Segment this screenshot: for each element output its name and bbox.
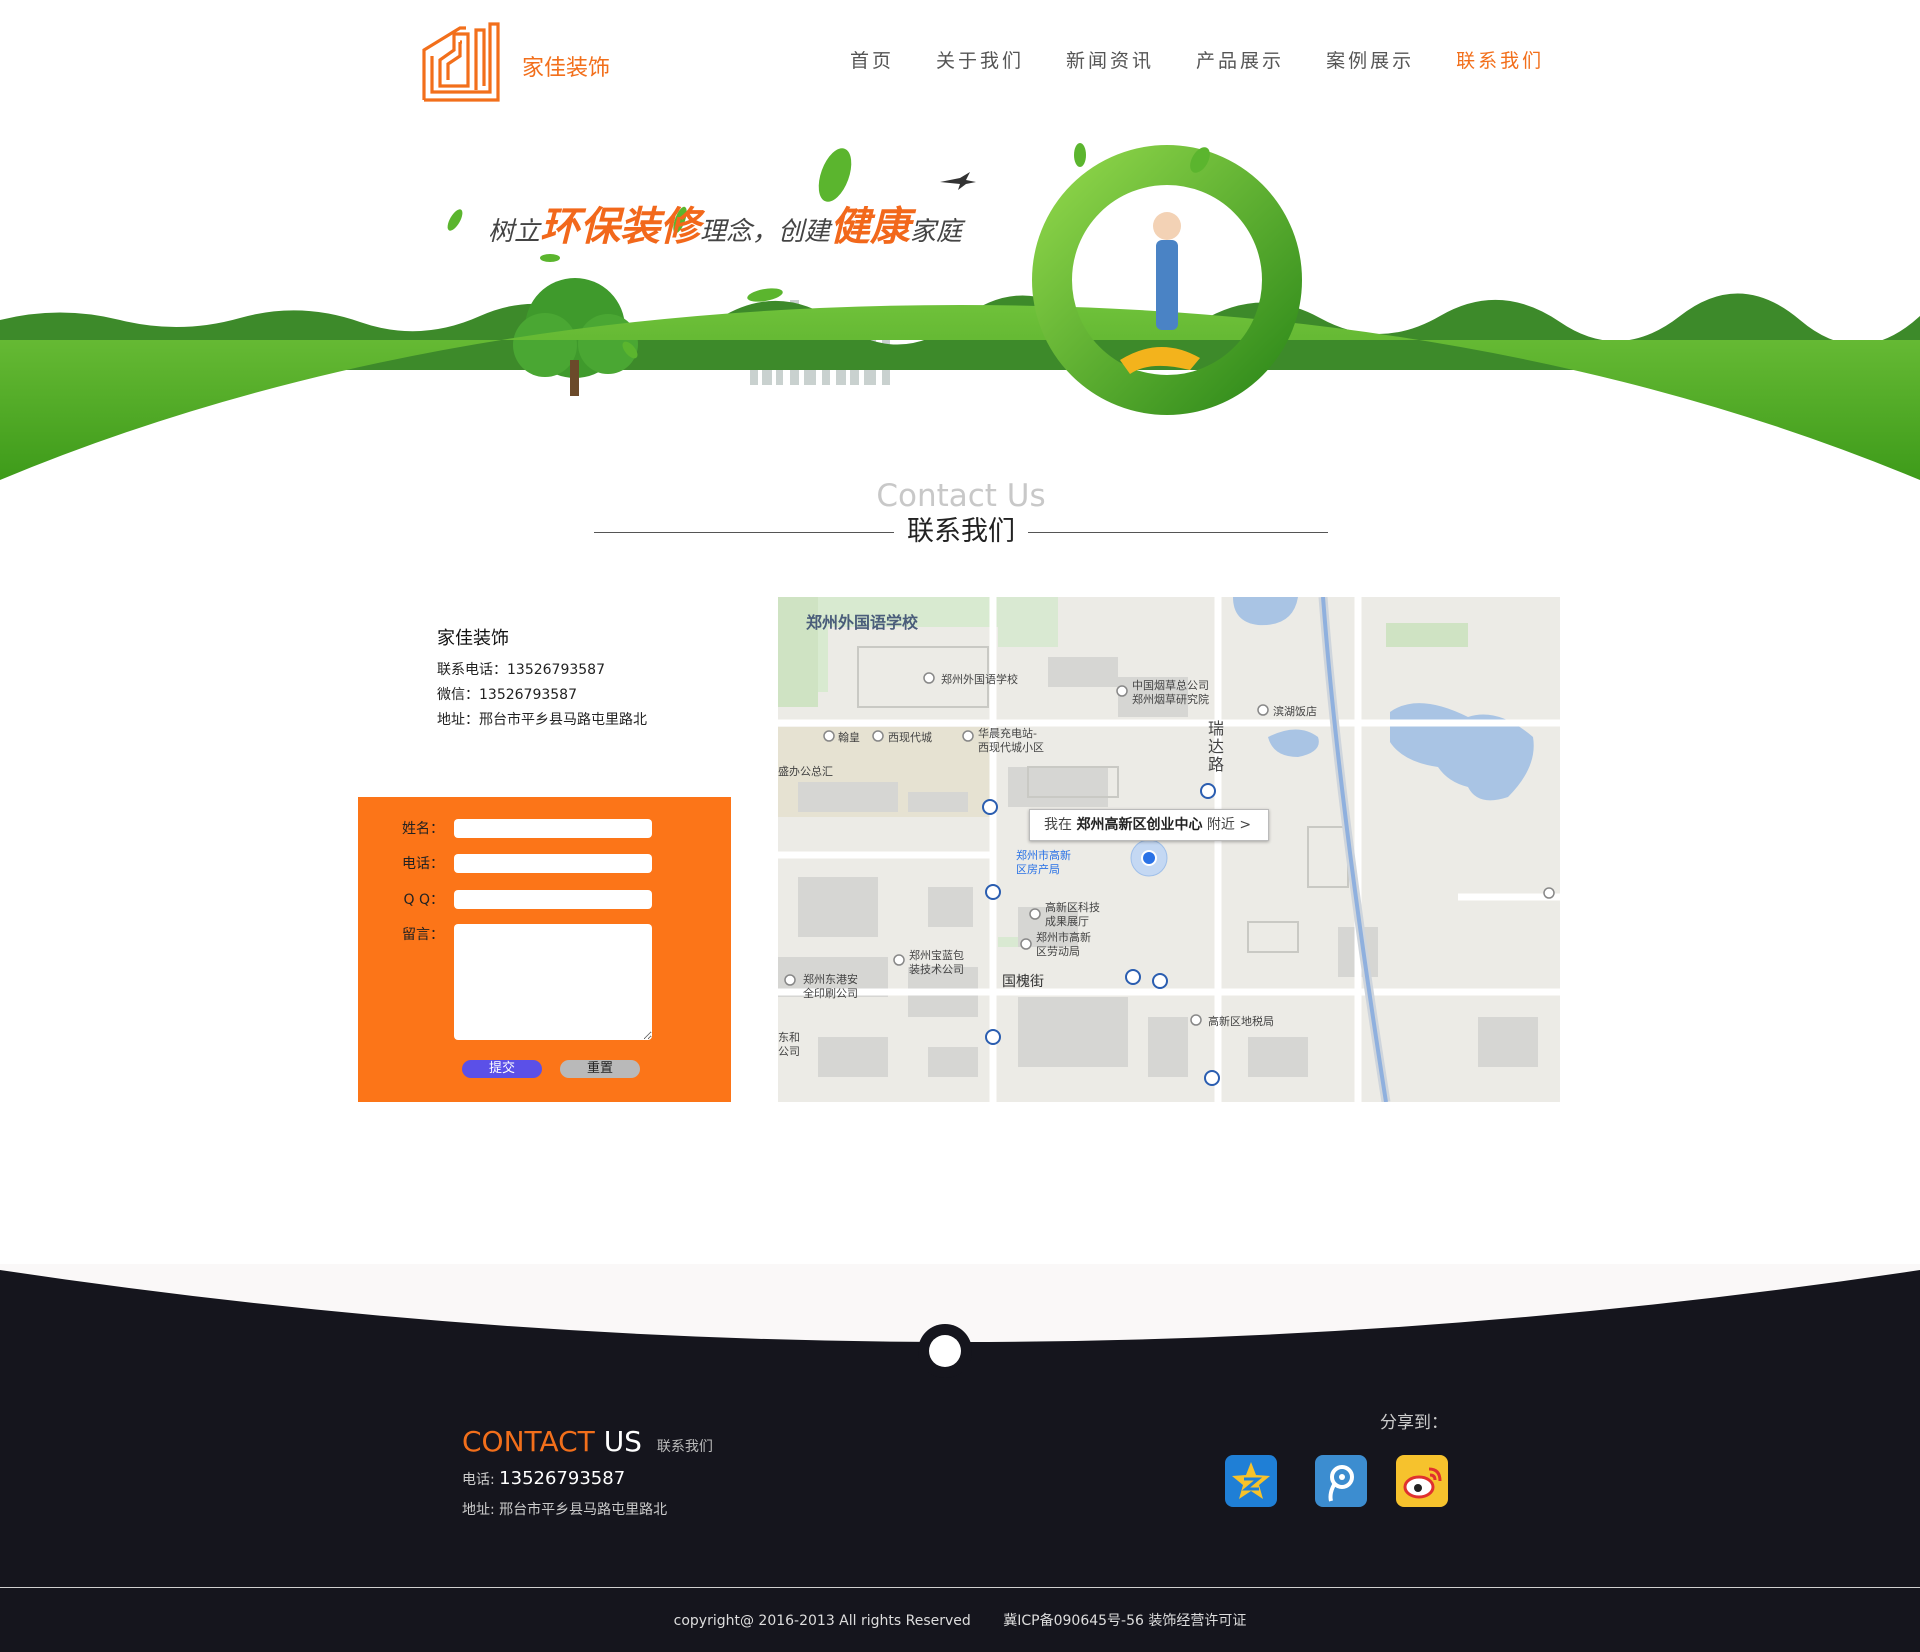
copyright-bar: copyright@ 2016-2013 All rights Reserved… [0, 1610, 1920, 1630]
company-info: 家佳装饰 联系电话：13526793587 微信：13526793587 地址：… [437, 624, 647, 733]
nav-item-about[interactable]: 关于我们 [936, 46, 1024, 73]
company-address: 地址：邢台市平乡县马路屯里路北 [437, 712, 647, 728]
section-title-en: Contact Us [876, 478, 1046, 514]
name-label: 姓名： [402, 821, 444, 837]
nav-item-news[interactable]: 新闻资讯 [1066, 46, 1154, 73]
name-input[interactable] [454, 818, 652, 838]
qq-input[interactable] [454, 889, 652, 909]
footer-title-orange: CONTACT [462, 1425, 595, 1458]
footer-address: 地址: 邢台市平乡县马路屯里路北 [462, 1502, 668, 1518]
map-label: 高新区地税局 [1208, 1015, 1274, 1028]
company-wechat: 微信：13526793587 [437, 687, 577, 703]
map-label: 公司 [778, 1045, 800, 1058]
footer-contact: CONTACT US 联系我们 电话: 13526793587 地址: 邢台市平… [462, 1425, 713, 1519]
slogan-highlight: 健康 [830, 204, 911, 250]
bubble-suffix: 附近 > [1206, 817, 1252, 833]
main-nav: 首页 关于我们 新闻资讯 产品展示 案例展示 联系我们 [850, 46, 1544, 73]
map-label: 滨湖饭店 [1273, 705, 1317, 718]
slogan-part: 树立 [488, 217, 541, 247]
map-label: 翰皇 [838, 731, 860, 744]
slogan-part: 创建 [778, 217, 831, 247]
site-logo[interactable]: 家佳装饰 [420, 20, 610, 102]
logo-text: 家佳装饰 [522, 56, 611, 81]
footer-phone: 电话: 13526793587 [462, 1468, 713, 1489]
map-label-street: 国槐街 [1002, 974, 1044, 990]
footer-phone-value: 13526793587 [499, 1468, 626, 1489]
icp-license-text[interactable]: 冀ICP备090645号-56 装饰经营许可证 [1003, 1613, 1246, 1629]
map-label-school-title: 郑州外国语学校 [806, 613, 919, 632]
slogan-part: 家庭 [910, 217, 963, 247]
company-phone: 联系电话：13526793587 [437, 662, 605, 678]
section-title-cn: 联系我们 [907, 516, 1015, 547]
map-label: 西现代城 [888, 731, 932, 744]
map-label: 区房产局 [1016, 863, 1060, 876]
tencent-weibo-icon[interactable] [1315, 1455, 1367, 1507]
message-textarea[interactable] [454, 924, 652, 1040]
map-label: 装技术公司 [909, 963, 964, 976]
map-location-bubble[interactable]: 我在 郑州高新区创业中心 附近 > [1029, 809, 1269, 841]
map-label: 全印刷公司 [803, 987, 858, 1000]
banner-slogan: 树立环保装修理念，创建健康家庭 [488, 194, 962, 252]
bubble-prefix: 我在 [1044, 817, 1072, 833]
bubble-place: 郑州高新区创业中心 [1076, 817, 1203, 833]
footer-title-white: US [603, 1425, 642, 1458]
reset-button[interactable]: 重置 [560, 1060, 640, 1078]
hero-banner [0, 143, 1920, 480]
message-form: 姓名： 电话： Q Q： 留言： 提交 重置 [358, 797, 731, 1102]
nav-item-products[interactable]: 产品展示 [1196, 46, 1284, 73]
sina-weibo-icon[interactable] [1396, 1455, 1448, 1507]
footer-title: CONTACT US 联系我们 [462, 1425, 713, 1458]
map-label: 成果展厅 [1045, 915, 1089, 928]
map-label: 区劳动局 [1036, 945, 1080, 958]
map-label-road: 路 [1208, 755, 1225, 774]
map-label: 西现代城小区 [978, 741, 1044, 754]
map-label: 盛办公总汇 [778, 765, 833, 778]
map-label: 郑州烟草研究院 [1132, 693, 1209, 706]
nav-item-contact[interactable]: 联系我们 [1456, 46, 1544, 73]
location-map[interactable]: 郑州外国语学校 郑州外国语学校 中国烟草总公司 郑州烟草研究院 滨湖饭店 瑞 达… [778, 597, 1560, 1102]
share-label: 分享到： [1380, 1413, 1448, 1433]
qq-label: Q Q： [403, 892, 445, 908]
slogan-part: 理念， [700, 217, 779, 247]
site-header: 家佳装饰 首页 关于我们 新闻资讯 产品展示 案例展示 联系我们 [0, 0, 1920, 120]
map-label: 郑州外国语学校 [941, 673, 1018, 686]
logo-icon [422, 22, 500, 102]
message-label: 留言： [402, 927, 444, 943]
phone-label: 电话： [402, 856, 444, 872]
footer-title-cn: 联系我们 [656, 1439, 713, 1455]
company-name: 家佳装饰 [437, 628, 509, 649]
qzone-icon[interactable] [1225, 1455, 1277, 1507]
map-canvas [778, 597, 1560, 1102]
footer-phone-label: 电话: [462, 1472, 495, 1488]
nav-item-home[interactable]: 首页 [850, 46, 894, 73]
phone-input[interactable] [454, 853, 652, 873]
submit-button[interactable]: 提交 [462, 1060, 542, 1078]
nav-item-cases[interactable]: 案例展示 [1326, 46, 1414, 73]
section-title: Contact Us 联系我们 [594, 476, 1328, 547]
copyright-text: copyright@ 2016-2013 All rights Reserved [673, 1613, 971, 1629]
site-footer [0, 1264, 1920, 1652]
slogan-highlight: 环保装修 [540, 204, 701, 250]
